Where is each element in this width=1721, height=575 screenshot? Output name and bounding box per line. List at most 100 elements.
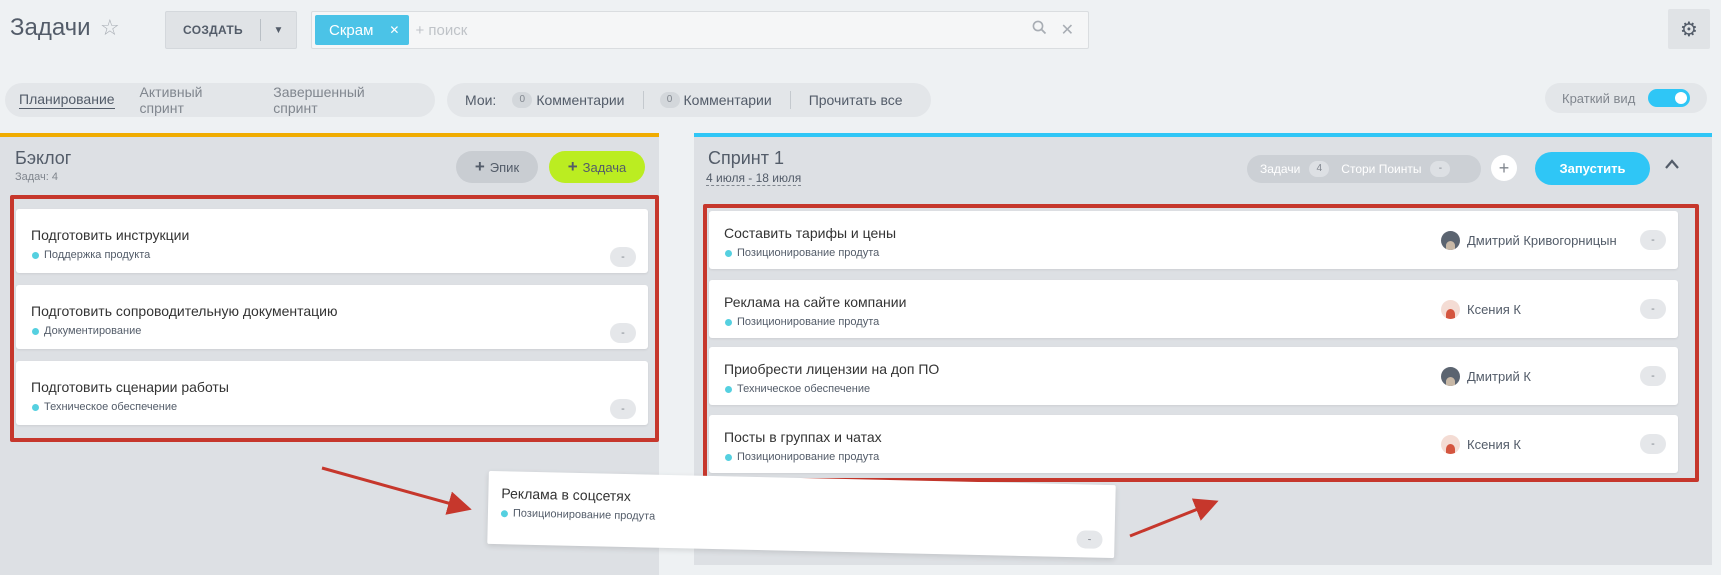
- task-assignee[interactable]: Дмитрий Кривогорницын: [1441, 231, 1617, 250]
- search-input[interactable]: + поиск: [415, 22, 1031, 39]
- task-epic: Документирование: [32, 325, 141, 337]
- task-epic: Техническое обеспечение: [725, 383, 870, 395]
- clear-search-icon[interactable]: ✕: [1061, 20, 1074, 40]
- plus-icon: +: [1498, 157, 1510, 178]
- sprint-title[interactable]: Спринт 1: [708, 148, 784, 169]
- comments-filter-2[interactable]: Комментарии: [684, 92, 772, 108]
- story-points-badge[interactable]: -: [1640, 434, 1666, 454]
- task-assignee[interactable]: Ксения К: [1441, 435, 1521, 454]
- avatar: [1441, 300, 1460, 319]
- story-points-badge[interactable]: -: [610, 399, 636, 419]
- epic-dot-icon: [725, 385, 732, 393]
- brief-view-toggle[interactable]: [1648, 89, 1691, 107]
- backlog-task-card[interactable]: Подготовить инструкции Поддержка продукт…: [16, 209, 648, 273]
- epic-label: Документирование: [44, 325, 142, 337]
- gear-icon: ⚙: [1680, 18, 1698, 41]
- counters-divider-2: [789, 91, 791, 109]
- tab-completed-sprint[interactable]: Завершенный спринт: [273, 84, 410, 116]
- epic-dot-icon: [32, 251, 39, 259]
- assignee-name: Ксения К: [1467, 302, 1521, 317]
- story-points-badge[interactable]: -: [610, 247, 636, 267]
- task-title[interactable]: Реклама в соцсетях: [501, 485, 631, 504]
- search-icon[interactable]: [1032, 20, 1047, 40]
- task-epic: Техническое обеспечение: [32, 401, 177, 413]
- task-title[interactable]: Составить тарифы и цены: [724, 225, 896, 241]
- brief-view-toggle-group: Краткий вид: [1545, 83, 1707, 113]
- epic-dot-icon: [32, 327, 39, 335]
- epic-label: Позиционирование продута: [737, 316, 880, 328]
- tab-active-sprint[interactable]: Активный спринт: [140, 84, 249, 116]
- epic-label: Позиционирование продута: [737, 247, 880, 259]
- plus-icon: +: [474, 157, 485, 176]
- create-button[interactable]: СОЗДАТЬ ▼: [165, 11, 297, 49]
- task-title[interactable]: Реклама на сайте компании: [724, 294, 906, 310]
- chevron-down-icon[interactable]: ▼: [261, 25, 296, 36]
- comments-count-badge: 0: [512, 92, 533, 108]
- read-all-button[interactable]: Прочитать все: [809, 92, 903, 108]
- add-task-button[interactable]: + Задача: [549, 151, 645, 183]
- page-title: Задачи: [10, 14, 91, 41]
- comments-filter[interactable]: Комментарии: [536, 92, 624, 108]
- plus-icon: +: [567, 157, 578, 176]
- story-points-label: Стори Поинты: [1341, 162, 1422, 176]
- settings-button[interactable]: ⚙: [1668, 9, 1710, 49]
- add-epic-button[interactable]: + Эпик: [456, 151, 538, 183]
- story-points-badge[interactable]: -: [1076, 530, 1103, 549]
- create-button-label: СОЗДАТЬ: [183, 23, 243, 37]
- assignee-name: Ксения К: [1467, 437, 1521, 452]
- brief-view-label: Краткий вид: [1562, 90, 1636, 106]
- task-title[interactable]: Подготовить сценарии работы: [31, 379, 229, 395]
- epic-label: Позиционирование продута: [512, 507, 656, 523]
- sprint-tasks-count: 4: [1309, 161, 1330, 177]
- epic-dot-icon: [500, 509, 509, 517]
- backlog-task-card[interactable]: Подготовить сопроводительную документаци…: [16, 285, 648, 349]
- start-sprint-button[interactable]: Запустить: [1535, 152, 1650, 185]
- search-box[interactable]: Скрам ✕ + поиск ✕: [311, 11, 1089, 49]
- task-title[interactable]: Приобрести лицензии на доп ПО: [724, 361, 939, 377]
- task-epic: Позиционирование продута: [500, 507, 656, 523]
- comments-count-badge-2: 0: [659, 92, 680, 108]
- backlog-task-card[interactable]: Подготовить сценарии работы Техническое …: [16, 361, 648, 425]
- sprint-task-card[interactable]: Посты в группах и чатах Позиционирование…: [709, 415, 1678, 473]
- close-icon[interactable]: ✕: [389, 23, 399, 37]
- story-points-badge[interactable]: -: [1640, 230, 1666, 250]
- favorite-star-icon[interactable]: ☆: [100, 15, 120, 41]
- sprint-task-card[interactable]: Составить тарифы и цены Позиционирование…: [709, 211, 1678, 269]
- avatar: [1441, 231, 1460, 250]
- task-epic: Позиционирование продута: [725, 451, 879, 463]
- counters-bar: Мои: 0 Комментарии 0 Комментарии Прочита…: [447, 83, 931, 117]
- chevron-up-icon[interactable]: [1664, 154, 1680, 175]
- sprint-stats: Задачи 4 Стори Поинты -: [1247, 155, 1481, 183]
- sprint-task-card[interactable]: Реклама на сайте компании Позиционирован…: [709, 280, 1678, 338]
- epic-label: Техническое обеспечение: [737, 383, 871, 395]
- task-title[interactable]: Подготовить инструкции: [31, 227, 189, 243]
- dragged-task-card[interactable]: Реклама в соцсетях Позиционирование прод…: [487, 470, 1116, 559]
- story-points-value: -: [1430, 161, 1451, 177]
- epic-dot-icon: [725, 318, 732, 326]
- task-title[interactable]: Подготовить сопроводительную документаци…: [31, 303, 338, 319]
- task-assignee[interactable]: Ксения К: [1441, 300, 1521, 319]
- story-points-badge[interactable]: -: [1640, 299, 1666, 319]
- add-task-to-sprint-button[interactable]: +: [1491, 155, 1517, 181]
- epic-label: Техническое обеспечение: [44, 401, 178, 413]
- filter-chip-label: Скрам: [329, 21, 374, 39]
- assignee-name: Дмитрий К: [1467, 369, 1531, 384]
- epic-label: Поддержка продукта: [44, 249, 151, 261]
- epic-dot-icon: [32, 403, 39, 411]
- counters-divider: [642, 91, 644, 109]
- sprint-tasks-label: Задачи: [1260, 162, 1301, 176]
- task-epic: Поддержка продукта: [32, 249, 150, 261]
- sprint-task-card[interactable]: Приобрести лицензии на доп ПО Техническо…: [709, 347, 1678, 405]
- view-tabs: Планирование Активный спринт Завершенный…: [5, 83, 435, 117]
- task-assignee[interactable]: Дмитрий К: [1441, 367, 1531, 386]
- story-points-badge[interactable]: -: [1640, 366, 1666, 386]
- tab-planning[interactable]: Планирование: [19, 91, 115, 109]
- epic-label: Позиционирование продута: [737, 451, 880, 463]
- story-points-badge[interactable]: -: [610, 323, 636, 343]
- filter-chip[interactable]: Скрам ✕: [315, 15, 410, 45]
- epic-dot-icon: [725, 453, 732, 461]
- task-epic: Позиционирование продута: [725, 247, 879, 259]
- backlog-title: Бэклог: [15, 148, 72, 168]
- task-title[interactable]: Посты в группах и чатах: [724, 429, 882, 445]
- sprint-dates[interactable]: 4 июля - 18 июля: [706, 171, 802, 186]
